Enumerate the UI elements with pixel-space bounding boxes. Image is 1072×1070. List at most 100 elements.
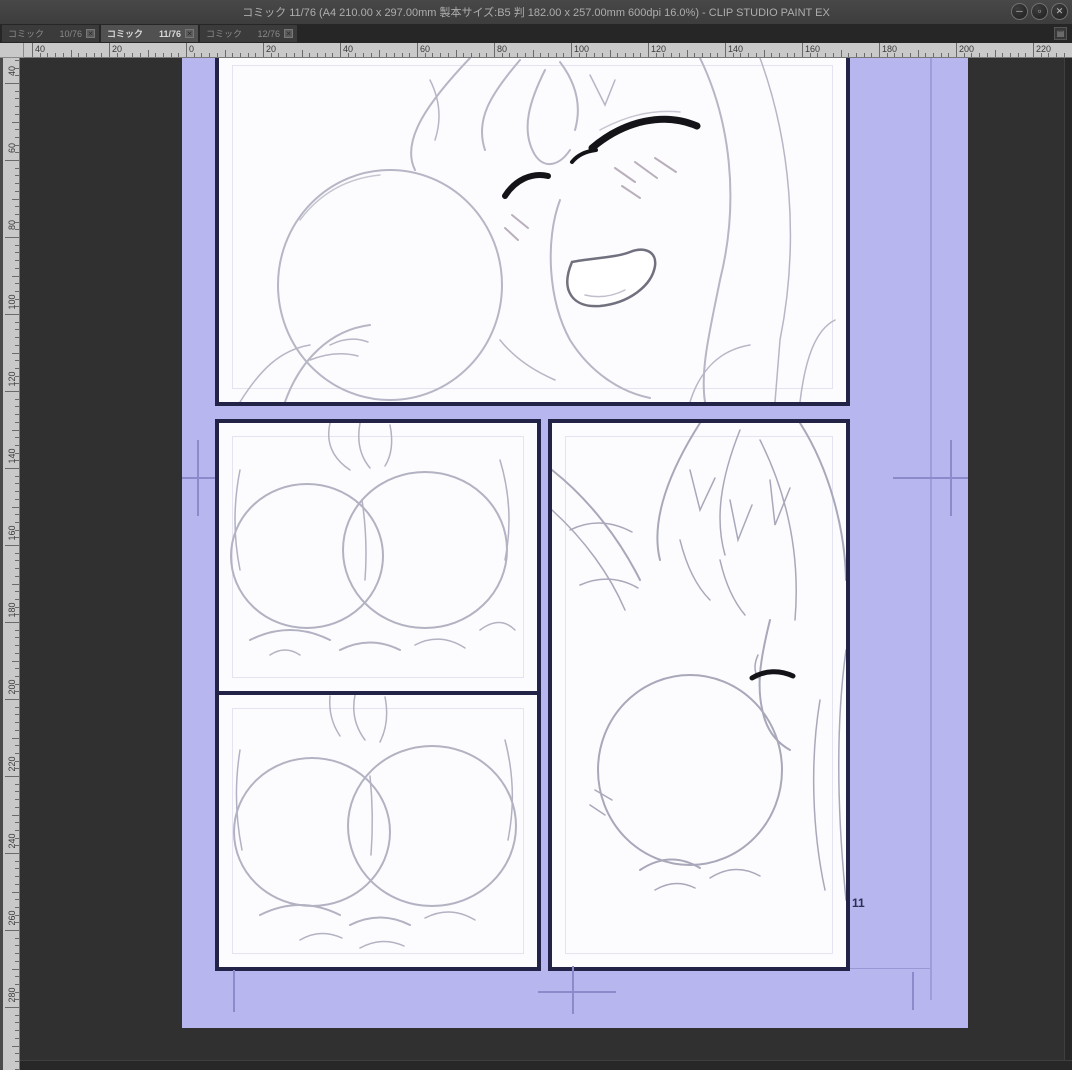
h-ruler-tick <box>764 50 765 57</box>
h-ruler-tick <box>779 53 780 57</box>
tab-label: コミック <box>107 27 143 40</box>
h-ruler-tick <box>40 53 41 57</box>
v-ruler-tick <box>15 422 19 423</box>
v-ruler-tick <box>12 892 19 893</box>
h-ruler-tick <box>871 53 872 57</box>
v-ruler-tick <box>15 745 19 746</box>
h-ruler-tick <box>379 50 380 57</box>
tab-label: コミック <box>206 27 242 40</box>
h-ruler-tick <box>563 53 564 57</box>
h-ruler-tick <box>733 53 734 57</box>
v-ruler-tick <box>15 476 19 477</box>
v-ruler-tick <box>15 1061 19 1062</box>
h-ruler-tick <box>902 53 903 57</box>
h-ruler-tick <box>124 53 125 57</box>
h-ruler-tick <box>825 53 826 57</box>
h-ruler-tick <box>386 53 387 57</box>
h-ruler-tick <box>794 53 795 57</box>
v-ruler-tick <box>15 961 19 962</box>
clip-studio-paint-window: コミック 11/76 (A4 210.00 x 297.00mm 製本サイズ:B… <box>0 0 1072 1070</box>
h-ruler-tick <box>471 53 472 57</box>
tab-comic-12[interactable]: コミック 12/76 ✕ <box>200 25 297 42</box>
h-ruler-tick <box>502 53 503 57</box>
h-ruler-tick <box>633 53 634 57</box>
v-ruler-tick <box>15 730 19 731</box>
v-ruler-label: 60 <box>7 133 17 163</box>
tab-close-button[interactable]: ✕ <box>284 29 293 38</box>
h-ruler-tick <box>371 53 372 57</box>
manga-page[interactable]: 11 <box>182 58 968 1028</box>
restore-button[interactable]: ▫ <box>1031 3 1048 20</box>
v-ruler-tick <box>15 1022 19 1023</box>
v-ruler-tick <box>15 345 19 346</box>
tab-close-button[interactable]: ✕ <box>86 29 95 38</box>
v-ruler-label: 280 <box>7 980 17 1010</box>
h-ruler-tick <box>402 53 403 57</box>
h-ruler-tick <box>71 50 72 57</box>
h-ruler-tick <box>486 53 487 57</box>
h-ruler-tick <box>679 53 680 57</box>
h-ruler-tick <box>394 53 395 57</box>
v-ruler-tick <box>15 799 19 800</box>
register-mark-bottom-v <box>572 966 574 1014</box>
vertical-scrollbar[interactable] <box>1064 58 1072 1070</box>
v-ruler-tick <box>15 884 19 885</box>
h-ruler-tick <box>355 53 356 57</box>
h-ruler-tick <box>817 53 818 57</box>
v-ruler-tick <box>12 507 19 508</box>
h-ruler-tick <box>302 50 303 57</box>
h-ruler-tick <box>656 53 657 57</box>
tab-page-number: 12/76 <box>257 29 280 39</box>
h-ruler-tick <box>417 43 418 57</box>
h-ruler-tick <box>756 53 757 57</box>
h-ruler-tick <box>548 53 549 57</box>
h-ruler-tick <box>995 50 996 57</box>
h-ruler-tick <box>201 53 202 57</box>
h-ruler-tick <box>856 53 857 57</box>
tab-comic-10[interactable]: コミック10/76✕ <box>2 25 99 42</box>
v-ruler-label: 80 <box>7 210 17 240</box>
canvas-viewport[interactable]: 11 <box>20 58 1072 1070</box>
h-ruler-tick <box>941 53 942 57</box>
v-ruler-tick <box>15 714 19 715</box>
v-ruler-tick <box>15 168 19 169</box>
h-ruler-tick <box>217 53 218 57</box>
v-ruler-tick <box>15 1053 19 1054</box>
h-ruler-tick <box>1056 53 1057 57</box>
v-ruler-tick <box>15 283 19 284</box>
tab-close-button[interactable]: ✕ <box>185 29 194 38</box>
h-ruler-tick <box>1025 53 1026 57</box>
v-ruler-tick <box>15 945 19 946</box>
v-ruler-tick <box>12 353 19 354</box>
h-ruler-tick <box>594 53 595 57</box>
v-ruler-tick <box>15 360 19 361</box>
h-ruler-tick <box>178 53 179 57</box>
tab-list-button[interactable]: ▤ <box>1054 27 1067 40</box>
tab-comic-11[interactable]: コミック11/76✕ <box>101 25 198 42</box>
h-ruler-tick <box>140 53 141 57</box>
ruler-corner <box>0 43 24 58</box>
h-ruler-tick <box>409 53 410 57</box>
v-ruler-label: 40 <box>7 58 17 86</box>
register-mark-right-v <box>950 440 952 516</box>
v-ruler-tick <box>15 637 19 638</box>
h-ruler-tick <box>864 53 865 57</box>
v-ruler-label: 120 <box>7 364 17 394</box>
horizontal-scrollbar[interactable] <box>20 1060 1072 1070</box>
h-ruler-tick <box>948 53 949 57</box>
h-ruler-tick <box>964 53 965 57</box>
h-ruler-tick <box>987 53 988 57</box>
v-ruler-tick <box>15 876 19 877</box>
h-ruler-tick <box>325 53 326 57</box>
register-mark-right-h <box>893 477 968 479</box>
h-ruler-tick <box>640 53 641 57</box>
v-ruler-tick <box>15 129 19 130</box>
v-ruler-tick <box>12 430 19 431</box>
h-ruler-tick <box>1064 53 1065 57</box>
h-ruler-tick <box>979 53 980 57</box>
v-ruler-tick <box>15 499 19 500</box>
close-button[interactable]: ✕ <box>1051 3 1068 20</box>
h-ruler-tick <box>879 43 880 57</box>
h-ruler-tick <box>771 53 772 57</box>
minimize-button[interactable]: ─ <box>1011 3 1028 20</box>
